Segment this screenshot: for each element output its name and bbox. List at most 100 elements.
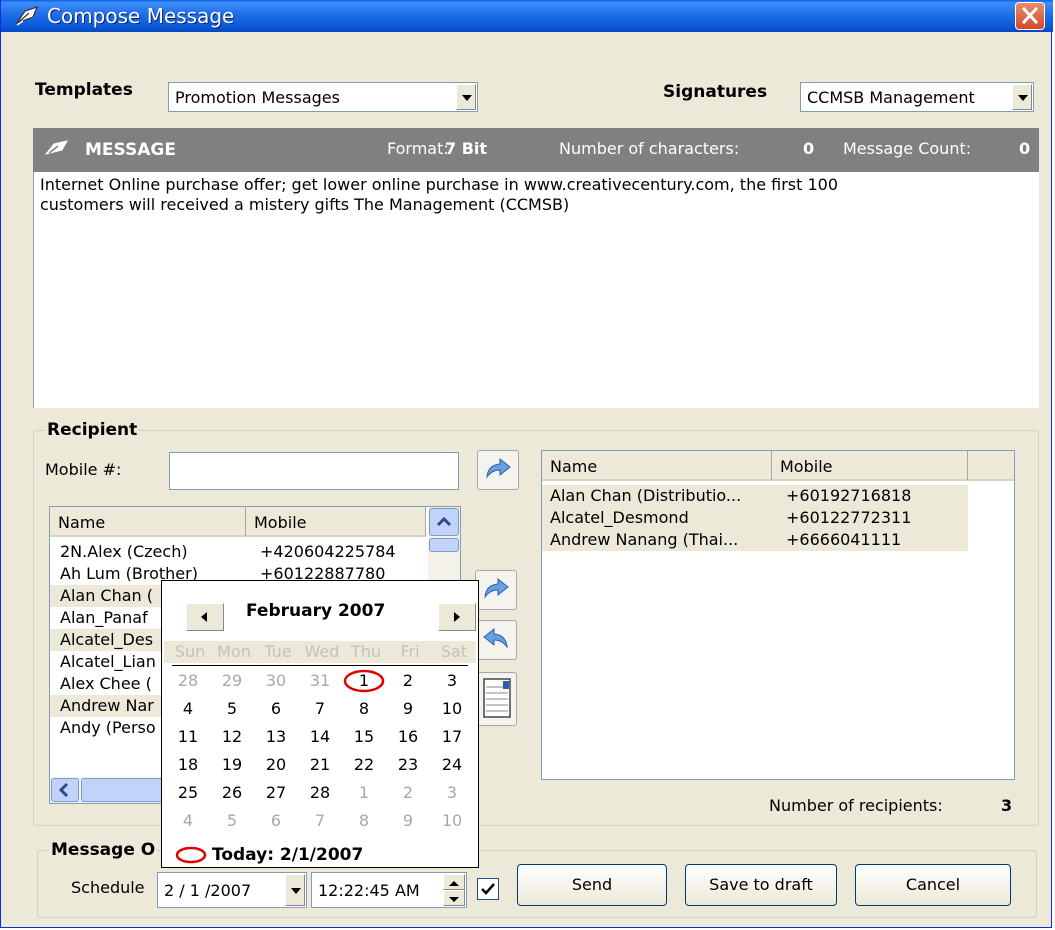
calendar-day[interactable]: 19 bbox=[210, 753, 254, 777]
list-item[interactable]: Andrew Nanang (Thai... +6666041111 bbox=[542, 529, 968, 551]
day-name-sun: Sun bbox=[174, 642, 206, 661]
scroll-left-button[interactable] bbox=[51, 778, 79, 802]
cancel-button[interactable]: Cancel bbox=[855, 864, 1011, 906]
calendar-day[interactable]: 22 bbox=[342, 753, 386, 777]
signatures-select[interactable]: CCMSB Management bbox=[800, 82, 1034, 112]
templates-dropdown-button[interactable] bbox=[456, 84, 476, 110]
calendar-day[interactable]: 28 bbox=[166, 669, 210, 693]
calendar-day[interactable]: 2 bbox=[386, 669, 430, 693]
recipients-count-label: Number of recipients: bbox=[769, 796, 943, 815]
calendar-day[interactable]: 21 bbox=[298, 753, 342, 777]
calendar-day[interactable]: 9 bbox=[386, 809, 430, 833]
list-item[interactable]: Alcatel_Desmond +60122772311 bbox=[542, 507, 968, 529]
scroll-thumb[interactable] bbox=[429, 538, 459, 552]
calendar-day[interactable]: 4 bbox=[166, 697, 210, 721]
message-count-value: 0 bbox=[1019, 139, 1031, 158]
calendar-day[interactable]: 30 bbox=[254, 669, 298, 693]
calendar-day[interactable]: 12 bbox=[210, 725, 254, 749]
calendar-day[interactable]: 2 bbox=[386, 781, 430, 805]
calendar-day[interactable]: 28 bbox=[298, 781, 342, 805]
day-name-sat: Sat bbox=[440, 642, 468, 661]
list-item[interactable]: 2N.Alex (Czech) +420604225784 bbox=[50, 541, 426, 563]
close-button[interactable] bbox=[1015, 2, 1045, 30]
calendar-day[interactable]: 3 bbox=[430, 669, 474, 693]
calendar-day[interactable]: 17 bbox=[430, 725, 474, 749]
calendar-day[interactable]: 10 bbox=[430, 697, 474, 721]
calendar-day[interactable]: 15 bbox=[342, 725, 386, 749]
calendar-day[interactable]: 6 bbox=[254, 697, 298, 721]
arrow-right-icon bbox=[486, 457, 511, 479]
calendar-day[interactable]: 31 bbox=[298, 669, 342, 693]
add-mobile-button[interactable] bbox=[477, 450, 519, 490]
calendar-day[interactable]: 4 bbox=[166, 809, 210, 833]
compose-message-window: Compose Message Templates Promotion Mess… bbox=[0, 0, 1053, 928]
date-dropdown-button[interactable] bbox=[285, 874, 305, 906]
calendar-day[interactable]: 23 bbox=[386, 753, 430, 777]
send-button[interactable]: Send bbox=[517, 864, 667, 906]
calendar-day[interactable]: 8 bbox=[342, 697, 386, 721]
checkmark-icon bbox=[481, 883, 495, 895]
selected-header-mobile[interactable]: Mobile bbox=[772, 451, 968, 481]
calendar-day[interactable]: 5 bbox=[210, 697, 254, 721]
day-name-thu: Thu bbox=[350, 642, 382, 661]
calendar-day[interactable]: 10 bbox=[430, 809, 474, 833]
schedule-checkbox[interactable] bbox=[477, 878, 499, 900]
scroll-up-button[interactable] bbox=[429, 508, 459, 536]
calendar-prev-button[interactable] bbox=[186, 603, 224, 631]
calendar-day[interactable]: 11 bbox=[166, 725, 210, 749]
calendar-day[interactable]: 9 bbox=[386, 697, 430, 721]
chevron-down-icon bbox=[462, 95, 472, 101]
time-up-button[interactable] bbox=[443, 874, 465, 890]
calendar-today-link[interactable]: Today: 2/1/2007 bbox=[212, 845, 363, 865]
calendar-day[interactable]: 14 bbox=[298, 725, 342, 749]
selected-header-name[interactable]: Name bbox=[542, 451, 772, 481]
schedule-date-picker[interactable]: 2 / 1 /2007 bbox=[157, 872, 307, 908]
save-to-draft-button[interactable]: Save to draft bbox=[685, 864, 837, 906]
remove-recipient-button[interactable] bbox=[475, 620, 517, 660]
calendar-header: February 2007 bbox=[164, 583, 476, 635]
contacts-header-mobile[interactable]: Mobile bbox=[246, 507, 426, 537]
address-book-button[interactable] bbox=[475, 672, 517, 726]
schedule-time-picker[interactable]: 12:22:45 AM bbox=[311, 872, 467, 908]
selected-header-extra[interactable] bbox=[968, 451, 1014, 481]
calendar-day[interactable]: 13 bbox=[254, 725, 298, 749]
calendar-day[interactable]: 27 bbox=[254, 781, 298, 805]
calendar-day[interactable]: 5 bbox=[210, 809, 254, 833]
message-textarea[interactable]: Internet Online purchase offer; get lowe… bbox=[33, 172, 1039, 408]
calendar-next-button[interactable] bbox=[438, 603, 476, 631]
calendar-day[interactable]: 3 bbox=[430, 781, 474, 805]
add-recipient-button[interactable] bbox=[475, 570, 517, 610]
calendar-day[interactable]: 8 bbox=[342, 809, 386, 833]
calendar-day[interactable]: 24 bbox=[430, 753, 474, 777]
calendar-popup[interactable]: February 2007 Sun Mon Tue Wed Thu Fri Sa… bbox=[161, 580, 479, 868]
contacts-header-name[interactable]: Name bbox=[50, 507, 246, 537]
title-bar[interactable]: Compose Message bbox=[1, 0, 1053, 32]
compose-pen-icon bbox=[15, 6, 39, 26]
calendar-day[interactable]: 16 bbox=[386, 725, 430, 749]
calendar-day[interactable]: 25 bbox=[166, 781, 210, 805]
calendar-day[interactable]: 6 bbox=[254, 809, 298, 833]
calendar-day[interactable]: 18 bbox=[166, 753, 210, 777]
calendar-day[interactable]: 29 bbox=[210, 669, 254, 693]
format-value: 7 Bit bbox=[445, 139, 488, 158]
signatures-dropdown-button[interactable] bbox=[1012, 84, 1032, 110]
calendar-day[interactable]: 20 bbox=[254, 753, 298, 777]
message-header-label: MESSAGE bbox=[85, 140, 176, 160]
time-down-button[interactable] bbox=[443, 890, 465, 906]
calendar-day[interactable]: 26 bbox=[210, 781, 254, 805]
mobile-input[interactable] bbox=[169, 452, 459, 490]
calendar-day[interactable]: 7 bbox=[298, 697, 342, 721]
selected-recipients-list[interactable]: Name Mobile Alan Chan (Distributio... +6… bbox=[541, 450, 1015, 780]
scroll-thumb[interactable] bbox=[81, 778, 171, 802]
signatures-value: CCMSB Management bbox=[807, 88, 975, 107]
selected-day-circle-icon bbox=[343, 669, 385, 693]
list-item[interactable]: Alan Chan (Distributio... +60192716818 bbox=[542, 485, 968, 507]
calendar-day[interactable]: 1 bbox=[342, 781, 386, 805]
arrow-right-icon bbox=[484, 577, 509, 599]
signatures-label: Signatures bbox=[663, 82, 768, 102]
calendar-divider bbox=[172, 665, 468, 666]
templates-label: Templates bbox=[35, 80, 133, 100]
calendar-day[interactable]: 7 bbox=[298, 809, 342, 833]
templates-select[interactable]: Promotion Messages bbox=[168, 82, 478, 112]
schedule-date-value: 2 / 1 /2007 bbox=[164, 881, 252, 900]
